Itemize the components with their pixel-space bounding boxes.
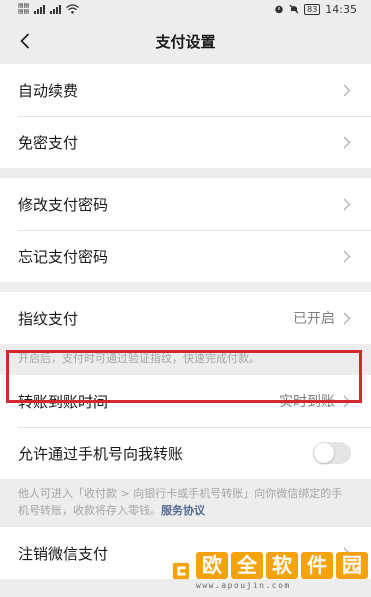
- chevron-right-icon: [343, 312, 351, 324]
- page-title: 支付设置: [155, 32, 216, 51]
- chevron-right-icon: [343, 84, 351, 96]
- change-password-item[interactable]: 修改支付密码: [0, 178, 371, 230]
- status-bar-left: ▤▤ ▤▤: [18, 2, 80, 15]
- signal-1-icon: [34, 4, 46, 14]
- forgot-password-item[interactable]: 忘记支付密码: [0, 230, 371, 282]
- forgot-password-label: 忘记支付密码: [18, 247, 109, 266]
- wifi-icon: [66, 4, 80, 14]
- nav-bar: 支付设置: [0, 18, 371, 64]
- password-free-pay-label: 免密支付: [18, 133, 79, 152]
- change-password-label: 修改支付密码: [18, 195, 109, 214]
- chevron-left-icon: [20, 33, 30, 49]
- transfer-time-item[interactable]: 转账到账时间 实时到账: [0, 375, 371, 427]
- auto-renew-label: 自动续费: [18, 81, 79, 100]
- toggle-knob: [314, 443, 334, 463]
- watermark-logo-icon: [172, 562, 190, 580]
- battery-icon: 83: [304, 3, 321, 15]
- watermark-char: 欧: [196, 552, 228, 579]
- section-gap: [0, 282, 371, 292]
- status-bar-right: 83 14:35: [274, 3, 357, 16]
- transfer-time-value: 实时到账: [279, 394, 335, 410]
- fingerprint-pay-label: 指纹支付: [18, 309, 79, 328]
- status-time: 14:35: [325, 2, 357, 16]
- sim-card-icon: ▤▤ ▤▤: [18, 2, 30, 15]
- transfer-time-label: 转账到账时间: [18, 392, 109, 411]
- watermark-brand: 欧 全 软 件 园: [196, 552, 368, 579]
- watermark-char: 软: [266, 552, 298, 579]
- chevron-right-icon: [343, 395, 351, 407]
- settings-group-renewal: 自动续费 免密支付: [0, 64, 371, 168]
- fingerprint-pay-item[interactable]: 指纹支付 已开启: [0, 292, 371, 344]
- phone-transfer-label: 允许通过手机号向我转账: [18, 444, 184, 463]
- chevron-right-icon: [343, 136, 351, 148]
- alarm-icon: [275, 5, 283, 14]
- chevron-right-icon: [343, 250, 351, 262]
- back-button[interactable]: [14, 30, 36, 52]
- status-bar: ▤▤ ▤▤ 83 14:35: [0, 0, 371, 18]
- fingerprint-hint: 开启后，支付时可通过验证指纹，快速完成付款。: [0, 344, 371, 375]
- cancel-wechat-pay-label: 注销微信支付: [18, 544, 109, 563]
- signal-2-icon: [50, 4, 62, 14]
- phone-transfer-item: 允许通过手机号向我转账: [0, 427, 371, 479]
- watermark-char: 园: [336, 552, 368, 579]
- service-agreement-link[interactable]: 服务协议: [161, 504, 205, 517]
- watermark-url: www.apoujin.com: [196, 581, 291, 590]
- watermark-char: 件: [301, 552, 333, 579]
- section-gap: [0, 168, 371, 178]
- fingerprint-pay-status: 已开启: [293, 311, 335, 327]
- phone-transfer-toggle[interactable]: [313, 442, 351, 464]
- watermark-char: 全: [231, 552, 263, 579]
- phone-transfer-hint: 他人可进入「收付款 > 向银行卡或手机号转账」向你微信绑定的手机号转账，收款将存…: [0, 479, 371, 527]
- mute-icon: [289, 4, 299, 14]
- auto-renew-item[interactable]: 自动续费: [0, 64, 371, 116]
- chevron-right-icon: [343, 198, 351, 210]
- settings-group-fingerprint: 指纹支付 已开启: [0, 292, 371, 344]
- settings-group-transfer: 转账到账时间 实时到账 允许通过手机号向我转账: [0, 375, 371, 479]
- password-free-pay-item[interactable]: 免密支付: [0, 116, 371, 168]
- watermark: 欧 全 软 件 园 www.apoujin.com: [172, 548, 368, 594]
- settings-group-password: 修改支付密码 忘记支付密码: [0, 178, 371, 282]
